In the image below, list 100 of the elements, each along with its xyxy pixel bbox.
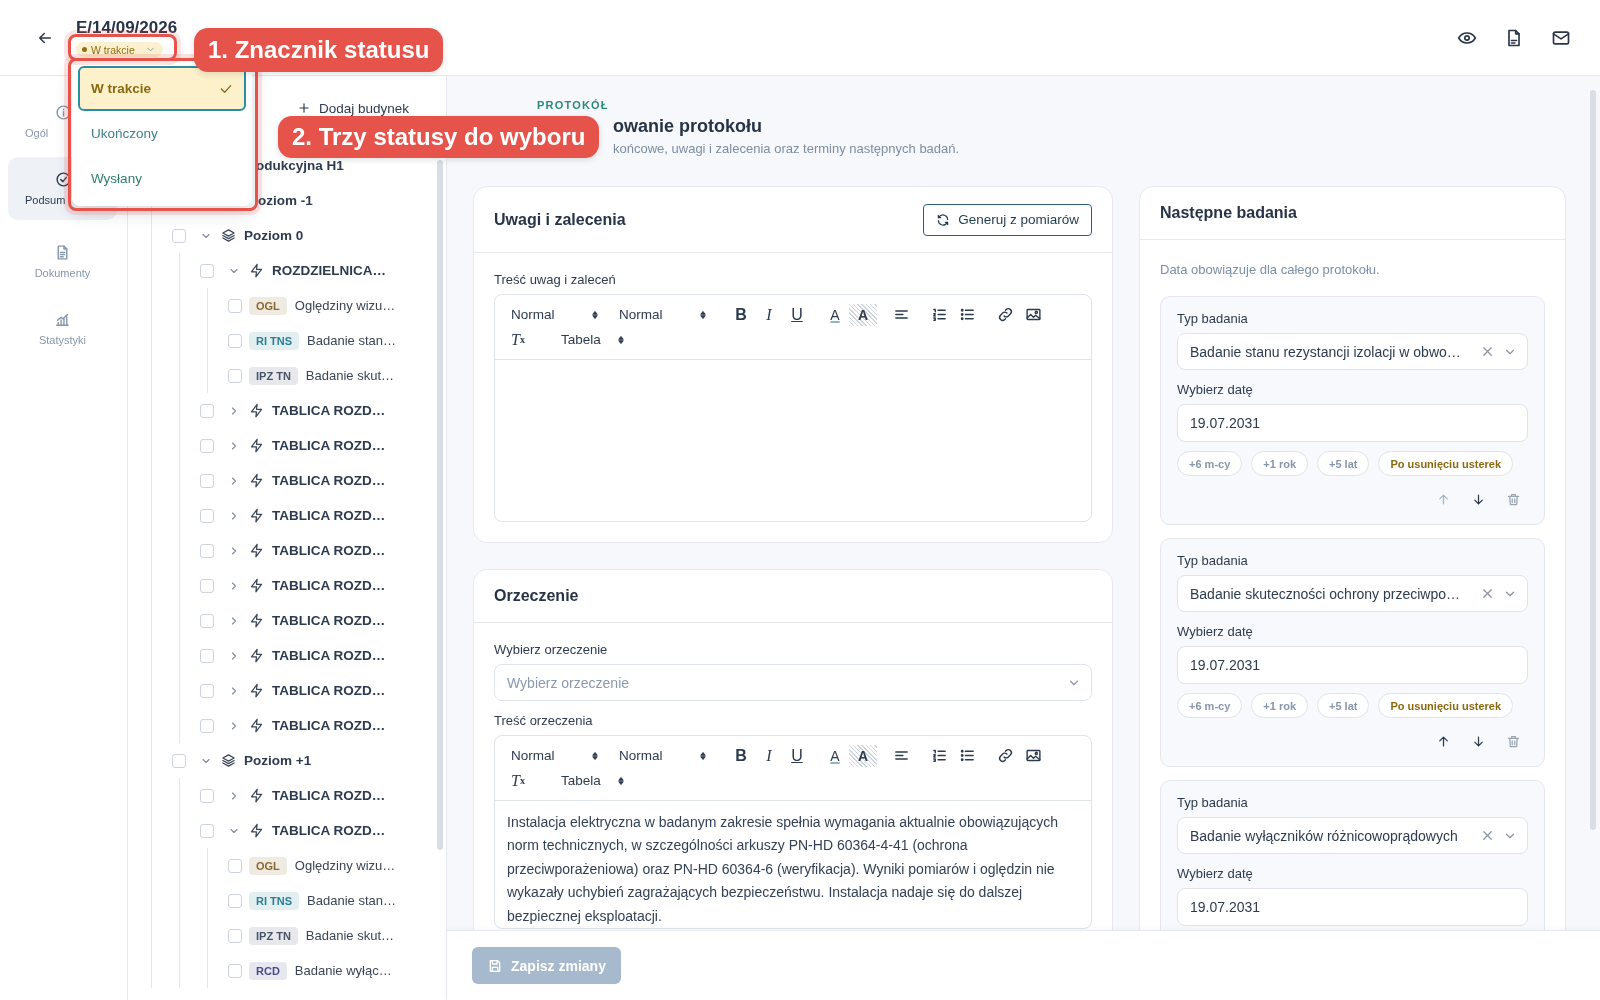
card-title: Orzeczenie xyxy=(494,587,579,605)
refresh-icon xyxy=(936,212,951,227)
tree-item-label[interactable]: TABLICA ROZD… xyxy=(272,683,386,698)
preset-chip[interactable]: Po usunięciu usterek xyxy=(1378,451,1514,476)
tree-item-label[interactable]: TABLICA ROZD… xyxy=(272,473,386,488)
test-label[interactable]: Oględziny wizu… xyxy=(294,858,396,873)
lightning-icon xyxy=(249,263,264,278)
underline-button[interactable]: U xyxy=(783,744,811,767)
lightning-icon xyxy=(249,578,264,593)
rich-text-editor[interactable] xyxy=(494,735,1092,930)
checkbox[interactable] xyxy=(200,263,214,278)
tree-item-label[interactable]: TABLICA ROZD… xyxy=(272,543,386,558)
test-label[interactable]: Badanie stan… xyxy=(307,333,396,348)
bullet-list-icon xyxy=(958,747,976,764)
field-label: Typ badania xyxy=(1177,795,1249,811)
lightning-icon xyxy=(249,788,264,803)
test-label[interactable]: Badanie skut… xyxy=(305,928,394,943)
checkbox[interactable] xyxy=(200,613,214,628)
underline-button[interactable]: U xyxy=(783,303,811,326)
checkbox[interactable] xyxy=(200,718,214,733)
checkbox[interactable] xyxy=(200,438,214,453)
heading-select[interactable]: Normal xyxy=(619,748,715,763)
checkbox[interactable] xyxy=(200,823,214,838)
tree-item-label[interactable]: TABLICA ROZD… xyxy=(272,648,386,663)
tree-item-label[interactable]: TABLICA ROZD… xyxy=(272,718,386,733)
checkbox[interactable] xyxy=(200,543,214,558)
test-label[interactable]: Badanie wyłąc… xyxy=(294,963,392,978)
lightning-icon xyxy=(249,473,264,488)
text-color-button[interactable]: A xyxy=(821,744,849,767)
test-label[interactable]: Oględziny wizu… xyxy=(294,298,396,313)
lightning-icon xyxy=(249,543,264,558)
tree-item-label[interactable]: oziom -1 xyxy=(258,193,313,208)
tree-item-label[interactable]: TABLICA ROZD… xyxy=(272,613,386,628)
image-icon xyxy=(1024,747,1042,764)
test-type-select[interactable]: Badanie skuteczności ochrony przeciwpo… xyxy=(1177,575,1528,612)
italic-button[interactable]: I xyxy=(755,744,783,767)
test-badge: RCD xyxy=(249,961,287,980)
tree-item-label[interactable]: TABLICA ROZD… xyxy=(272,788,386,803)
status-badge[interactable]: W trakcie xyxy=(76,42,163,57)
generate-button[interactable]: Generuj z pomiarów xyxy=(923,203,1092,236)
table-select[interactable]: Tabela xyxy=(561,332,633,347)
lightning-icon xyxy=(249,648,264,663)
font-size-select[interactable]: Normal xyxy=(511,307,607,322)
test-type-select[interactable]: Badanie wyłączników różnicowoprądowych xyxy=(1177,817,1528,854)
image-icon xyxy=(1024,306,1042,323)
checkbox[interactable] xyxy=(200,473,214,488)
trash-icon xyxy=(1505,733,1521,749)
checkbox[interactable] xyxy=(228,333,242,348)
preset-chip[interactable]: Po usunięciu usterek xyxy=(1378,693,1514,718)
test-label[interactable]: Badanie skut… xyxy=(305,368,394,383)
card-title: Następne badania xyxy=(1160,204,1297,222)
text-color-button[interactable]: A xyxy=(821,303,849,326)
tree-item-label[interactable]: Poziom +1 xyxy=(244,753,312,768)
checkbox[interactable] xyxy=(200,648,214,663)
scrollbar[interactable] xyxy=(1590,90,1596,830)
checkbox[interactable] xyxy=(228,928,242,943)
checkbox[interactable] xyxy=(228,963,242,978)
date-field[interactable]: 19.07.2031 xyxy=(1177,646,1528,684)
tree-item-label[interactable]: TABLICA ROZD… xyxy=(272,578,386,593)
status-option[interactable]: W trakcie xyxy=(78,66,246,111)
tree-item-label[interactable]: Poziom 0 xyxy=(244,228,304,243)
bold-button[interactable]: B xyxy=(727,744,755,767)
test-type-select[interactable]: Badanie stanu rezystancji izolacji w obwo… xyxy=(1177,333,1528,370)
tree-item-label[interactable]: TABLICA ROZD… xyxy=(272,508,386,523)
checkbox[interactable] xyxy=(200,578,214,593)
checkbox[interactable] xyxy=(172,753,186,768)
test-badge: OGL xyxy=(249,296,287,315)
italic-button[interactable]: I xyxy=(755,303,783,326)
field-label: Typ badania xyxy=(1177,311,1249,327)
checkbox[interactable] xyxy=(200,508,214,523)
tree-item-label[interactable]: odukcyjna H1 xyxy=(256,158,344,173)
checkbox[interactable] xyxy=(200,403,214,418)
checkbox[interactable] xyxy=(200,788,214,803)
highlight-button[interactable]: A xyxy=(849,744,877,767)
test-badge: RI TNS xyxy=(249,891,300,910)
test-badge: OGL xyxy=(249,856,287,875)
lightning-icon xyxy=(249,438,264,453)
tree-item-label[interactable]: TABLICA ROZD… xyxy=(272,403,386,418)
checkbox[interactable] xyxy=(228,368,242,383)
date-field[interactable]: 19.07.2031 xyxy=(1177,888,1528,926)
scrollbar[interactable] xyxy=(437,160,443,850)
lightning-icon xyxy=(249,683,264,698)
tree-item-label[interactable]: TABLICA ROZD… xyxy=(272,438,386,453)
heading-select[interactable]: Normal xyxy=(619,307,715,322)
font-size-select[interactable]: Normal xyxy=(511,748,607,763)
checkbox[interactable] xyxy=(228,858,242,873)
test-label[interactable]: Badanie stan… xyxy=(307,893,396,908)
checkbox[interactable] xyxy=(200,683,214,698)
checkbox[interactable] xyxy=(172,228,186,243)
checkbox[interactable] xyxy=(228,298,242,313)
highlight-button[interactable]: A xyxy=(849,303,877,326)
bold-button[interactable]: B xyxy=(727,303,755,326)
checkbox[interactable] xyxy=(228,893,242,908)
date-field[interactable]: 19.07.2031 xyxy=(1177,404,1528,442)
table-select[interactable]: Tabela xyxy=(561,773,633,788)
mail-icon xyxy=(1551,28,1571,48)
status-option[interactable]: Ukończony xyxy=(78,111,246,156)
tree-item-label[interactable]: ROZDZIELNICA… xyxy=(272,263,386,278)
tree-item-label[interactable]: TABLICA ROZD… xyxy=(272,823,386,838)
field-label: Wybierz orzeczenie xyxy=(494,642,609,658)
